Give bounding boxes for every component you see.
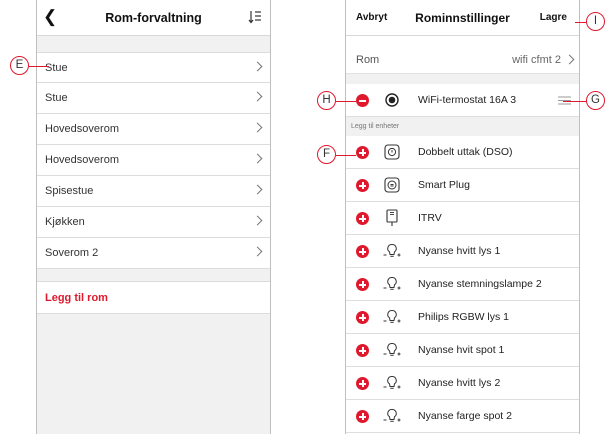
- bulb-icon: [383, 310, 401, 323]
- add-device-button[interactable]: [356, 410, 369, 423]
- chevron-right-icon: [252, 215, 263, 226]
- chevron-right-icon: [252, 61, 263, 72]
- room-list-item[interactable]: Hovedsoverom: [37, 114, 270, 145]
- chevron-right-icon: [252, 184, 263, 195]
- room-management-header: ❮ Rom-forvaltning: [37, 0, 270, 36]
- add-device-button[interactable]: [356, 311, 369, 324]
- callout-leader-line: [336, 101, 356, 102]
- available-device-row[interactable]: Nyanse hvit spot 1: [346, 334, 579, 367]
- bulb-icon: [383, 343, 401, 356]
- room-management-screen: ❮ Rom-forvaltning Stue Stue Hovedsoverom…: [36, 0, 271, 434]
- room-label: Soverom 2: [45, 247, 99, 259]
- available-device-row[interactable]: Nyanse hvitt lys 2: [346, 367, 579, 400]
- room-list: Stue Stue Hovedsoverom Hovedsoverom Spis…: [37, 52, 270, 269]
- room-label: Spisestue: [45, 185, 94, 197]
- bulb-icon: [383, 277, 401, 290]
- chevron-right-icon: [252, 246, 263, 257]
- callout-e: E: [10, 56, 29, 75]
- socket-icon: [384, 144, 400, 160]
- callout-g: G: [586, 91, 605, 110]
- available-device-row[interactable]: Nyanse farge spot 2: [346, 400, 579, 433]
- callout-i: I: [586, 12, 605, 31]
- sort-list-icon[interactable]: [248, 10, 262, 24]
- room-list-item[interactable]: Soverom 2: [37, 238, 270, 269]
- valve-icon: [386, 209, 398, 226]
- add-device-button[interactable]: [356, 344, 369, 357]
- device-name: Dobbelt uttak (DSO): [418, 146, 513, 158]
- room-list-item[interactable]: Stue: [37, 52, 270, 83]
- chevron-right-icon: [252, 91, 263, 102]
- add-devices-section-label: Legg til enheter: [346, 117, 579, 136]
- device-name: Nyanse hvitt lys 1: [418, 245, 501, 257]
- callout-leader-line: [29, 66, 49, 67]
- available-device-row[interactable]: Philips RGBW lys 1: [346, 301, 579, 334]
- remove-device-button[interactable]: [356, 94, 369, 107]
- room-settings-screen: Avbryt Rominnstillinger Lagre Rom wifi c…: [345, 0, 580, 434]
- callout-leader-line: [563, 101, 587, 102]
- device-name: Nyanse hvit spot 1: [418, 344, 505, 356]
- device-name: Nyanse hvitt lys 2: [418, 377, 501, 389]
- thermostat-icon: [385, 93, 399, 107]
- add-device-button[interactable]: [356, 212, 369, 225]
- room-settings-header: Avbryt Rominnstillinger Lagre: [346, 0, 579, 36]
- device-name: ITRV: [418, 212, 442, 224]
- available-device-row[interactable]: ITRV: [346, 202, 579, 235]
- add-room-button[interactable]: Legg til rom: [37, 281, 270, 314]
- bulb-icon: [383, 409, 401, 422]
- chevron-right-icon: [252, 153, 263, 164]
- device-name: Smart Plug: [418, 179, 470, 191]
- add-device-button[interactable]: [356, 245, 369, 258]
- available-device-row[interactable]: Dobbelt uttak (DSO): [346, 136, 579, 169]
- add-device-button[interactable]: [356, 377, 369, 390]
- add-device-button[interactable]: [356, 179, 369, 192]
- callout-leader-line: [336, 155, 356, 156]
- callout-f: F: [317, 145, 336, 164]
- bulb-icon: [383, 376, 401, 389]
- room-list-item[interactable]: Kjøkken: [37, 207, 270, 238]
- add-device-button[interactable]: [356, 278, 369, 291]
- available-device-row[interactable]: Nyanse hvitt lys 1: [346, 235, 579, 268]
- room-label: Hovedsoverom: [45, 123, 119, 135]
- add-device-button[interactable]: [356, 146, 369, 159]
- room-field-label: Rom: [356, 54, 380, 66]
- page-title: Rom-forvaltning: [105, 11, 202, 25]
- chevron-right-icon: [564, 54, 575, 65]
- device-name: Nyanse stemningslampe 2: [418, 278, 542, 290]
- chevron-right-icon: [252, 122, 263, 133]
- room-label: Stue: [45, 92, 68, 104]
- room-field-value: wifi cfmt 2: [512, 54, 561, 66]
- room-label: Stue: [45, 62, 68, 74]
- callout-h: H: [317, 91, 336, 110]
- room-list-item[interactable]: Stue: [37, 83, 270, 114]
- room-list-item[interactable]: Hovedsoverom: [37, 145, 270, 176]
- available-device-row[interactable]: Smart Plug: [346, 169, 579, 202]
- room-label: Kjøkken: [45, 216, 85, 228]
- assigned-device-row[interactable]: WiFi-termostat 16A 3: [346, 84, 579, 117]
- available-device-row[interactable]: Nyanse stemningslampe 2: [346, 268, 579, 301]
- section-spacer: [346, 74, 579, 84]
- room-name-field[interactable]: Rom wifi cfmt 2: [346, 46, 579, 74]
- room-label: Hovedsoverom: [45, 154, 119, 166]
- room-list-item[interactable]: Spisestue: [37, 176, 270, 207]
- device-name: Nyanse farge spot 2: [418, 410, 512, 422]
- save-button[interactable]: Lagre: [540, 12, 567, 23]
- plug-icon: [384, 177, 400, 193]
- device-name: Philips RGBW lys 1: [418, 311, 510, 323]
- bulb-icon: [383, 244, 401, 257]
- device-name: WiFi-termostat 16A 3: [418, 94, 517, 106]
- add-room-label: Legg til rom: [45, 292, 108, 304]
